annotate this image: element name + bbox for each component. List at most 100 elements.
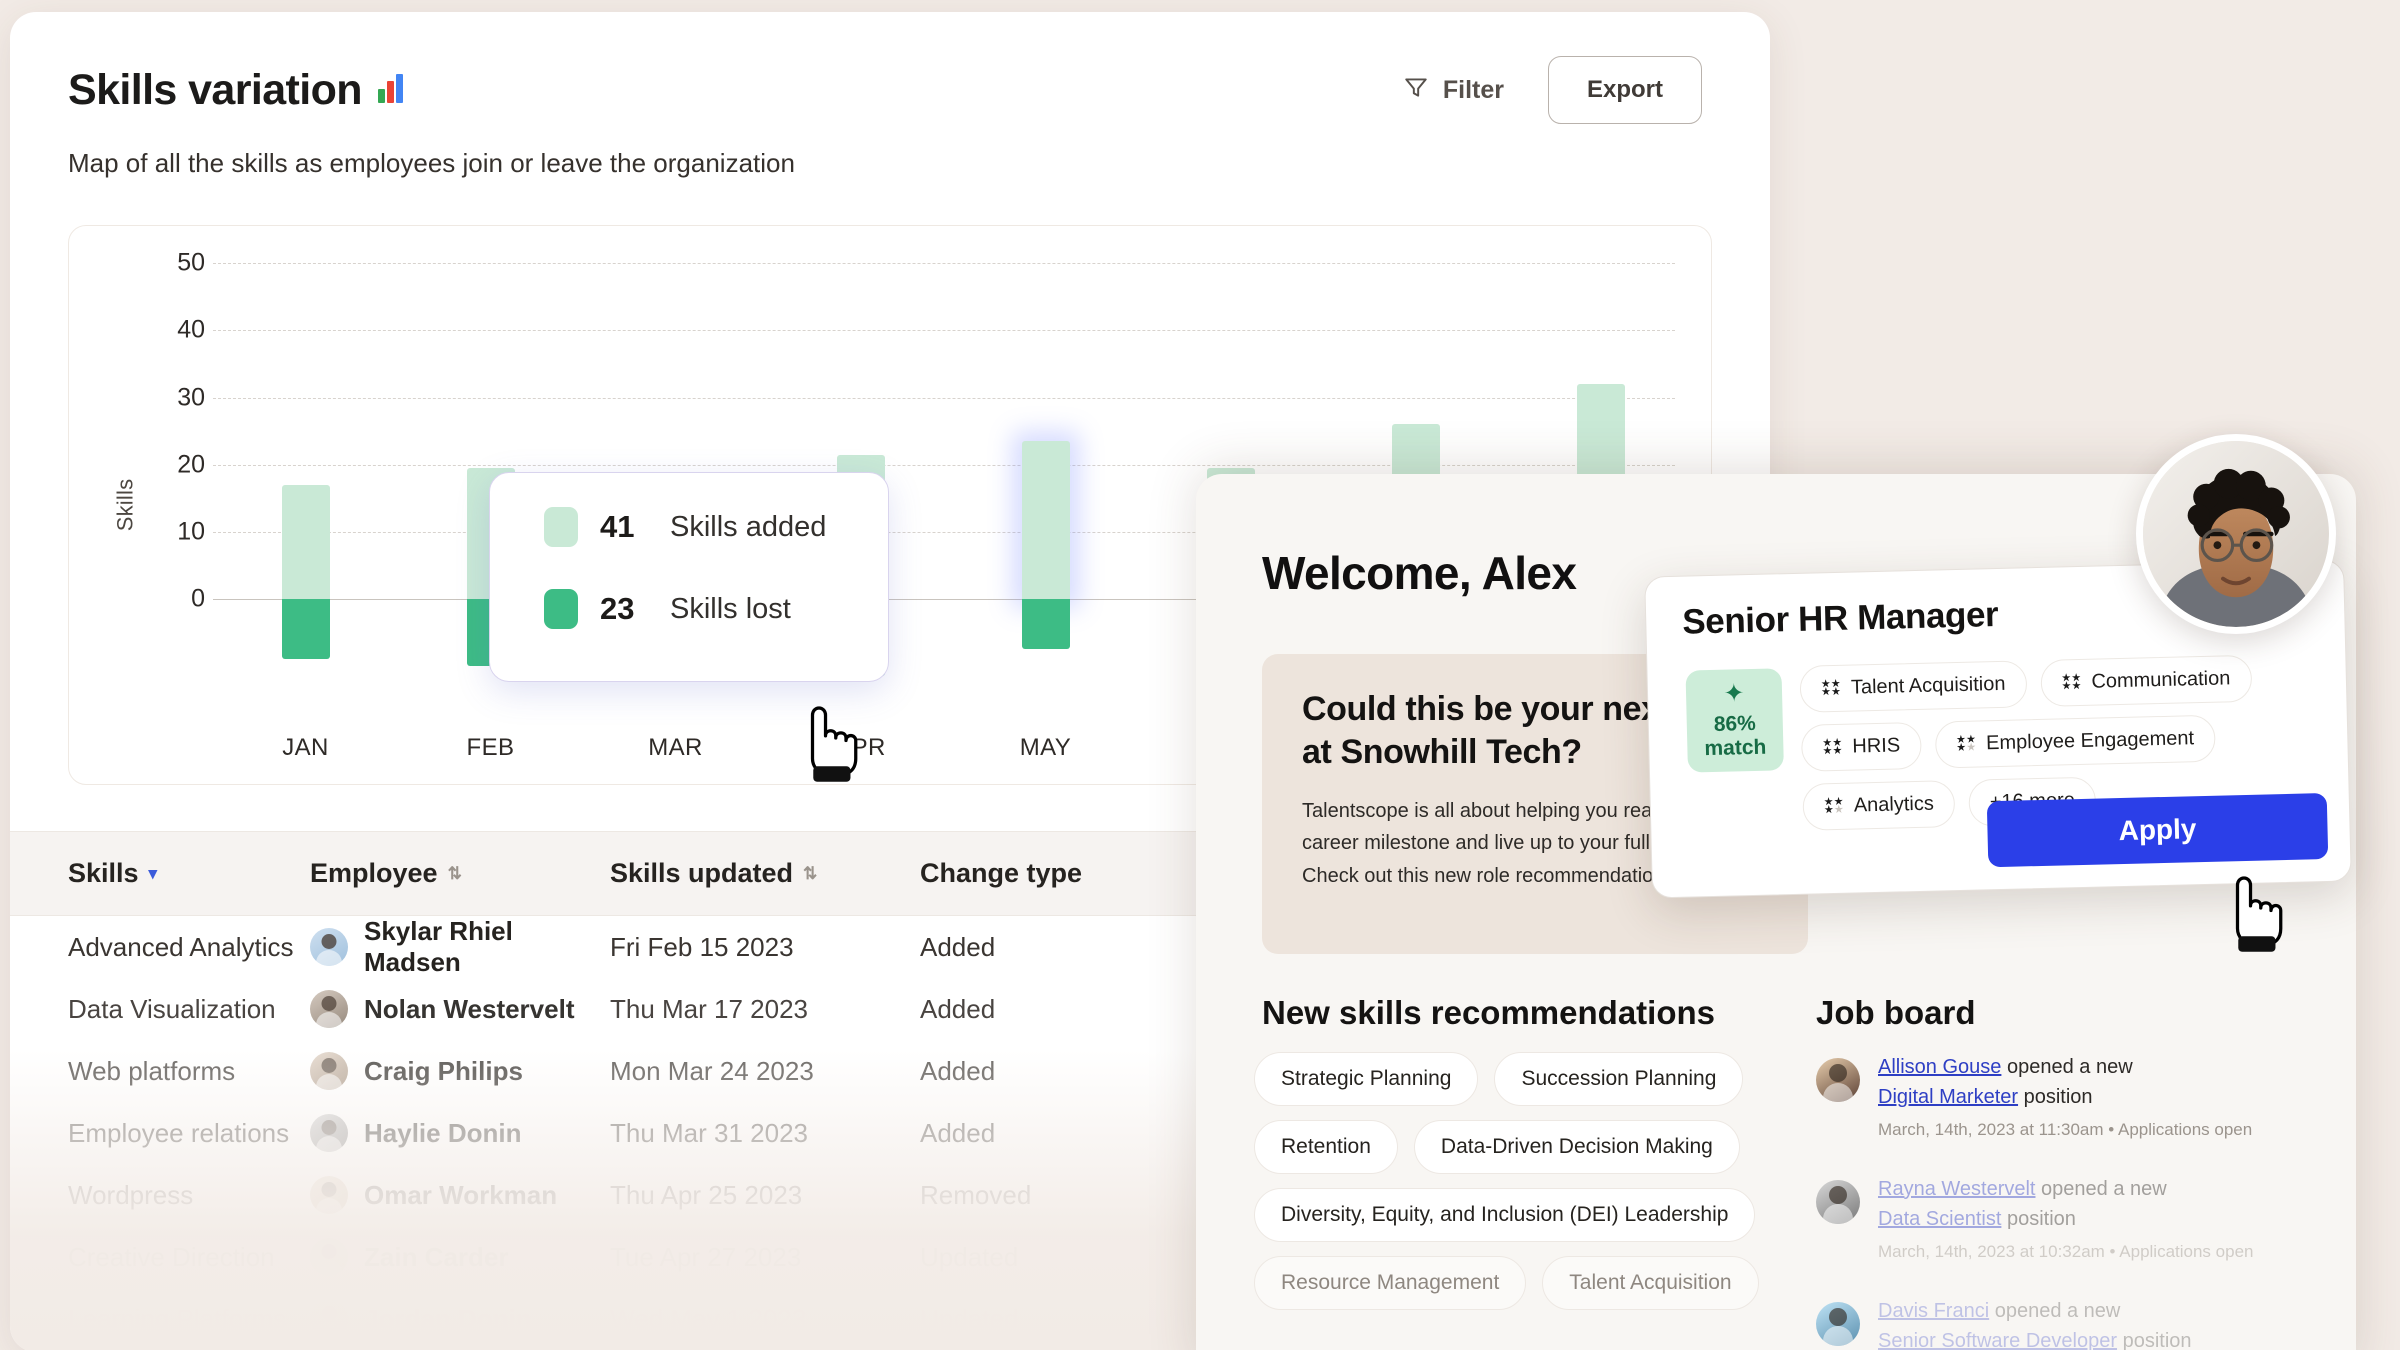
role-skill-label: Communication — [2091, 667, 2231, 693]
x-tick-apr: APR — [835, 734, 886, 761]
recommendation-chip[interactable]: Diversity, Equity, and Inclusion (DEI) L… — [1254, 1188, 1756, 1242]
cell-employee: Omar Workman — [364, 1179, 558, 1210]
y-tick-50: 50 — [177, 248, 205, 277]
cell-change-type: Added — [920, 1055, 996, 1086]
recommendation-chip-list: Strategic Planning Succession Planning Ret… — [1254, 1052, 1854, 1310]
sparkles-icon: ✦ — [1723, 679, 1745, 708]
column-label-employee: Employee — [310, 858, 438, 888]
avatar — [310, 1176, 348, 1214]
job-person-link[interactable]: Davis Franci — [1878, 1300, 1989, 1322]
filter-label: Filter — [1442, 75, 1504, 104]
cell-skills-updated: Mon Mar 24 2023 — [610, 1055, 814, 1086]
tooltip-row-lost: 23 Skills lost — [544, 589, 888, 629]
avatar — [310, 1114, 348, 1152]
bar-skills-added — [1021, 441, 1070, 599]
cell-skill: Advanced Analytics — [68, 931, 294, 962]
cell-employee: Jordan Donin — [364, 1303, 532, 1334]
tooltip-value-lost: 23 — [600, 591, 635, 626]
tooltip-label-lost: Skills lost — [670, 592, 791, 625]
cell-change-type: Updated — [920, 1241, 1019, 1272]
x-tick-feb: FEB — [466, 734, 515, 761]
job-board-item[interactable]: Davis Franci opened a new Senior Software… — [1816, 1296, 2336, 1350]
export-button[interactable]: Export — [1547, 56, 1702, 124]
recommendation-chip[interactable]: Retention — [1254, 1120, 1398, 1174]
recommendation-chip[interactable]: Succession Planning — [1494, 1052, 1744, 1106]
avatar — [1816, 1179, 1860, 1224]
cell-change-type: Updated — [920, 1303, 1019, 1334]
match-percent-text: 86% match — [1687, 711, 1784, 760]
sort-icon-skills-updated[interactable]: ⇅ — [803, 865, 817, 882]
cell-employee: Skylar Rhiel Madsen — [364, 916, 513, 977]
tooltip-value-added: 41 — [600, 509, 635, 544]
cell-skills-updated: Thu Mar 31 2023 — [610, 1117, 809, 1148]
role-skill-label: HRIS — [1852, 734, 1901, 758]
job-person-link[interactable]: Allison Gouse — [1878, 1056, 2001, 1078]
cell-employee: Nolan Westervelt — [364, 993, 575, 1024]
recommendation-chip[interactable]: Talent Acquisition — [1542, 1256, 1759, 1310]
job-meta: March, 14th, 2023 at 11:30am • Applicati… — [1878, 1119, 2253, 1139]
column-header-skills-updated[interactable]: Skills updated ⇅ — [610, 858, 920, 889]
role-skill-chip[interactable]: ★ ★ ★ ★ Analytics — [1802, 780, 1956, 831]
job-meta: March, 14th, 2023 at 10:32am • Applicati… — [1878, 1241, 2254, 1261]
job-suffix: position — [2122, 1329, 2192, 1350]
star-rating-icon: ★ ★ ★ ★ — [1823, 795, 1844, 817]
job-role-link[interactable]: Digital Marketer — [1878, 1086, 2018, 1108]
match-score-badge: ✦ 86% match — [1685, 668, 1784, 773]
job-board-list: Allison Gouse opened a new Digital Market… — [1816, 1052, 2336, 1350]
avatar — [310, 990, 348, 1028]
cell-employee: Zain Carder — [364, 1241, 509, 1272]
recommendation-chip[interactable]: Data-Driven Decision Making — [1413, 1120, 1740, 1174]
bar-skills-lost — [1021, 598, 1070, 649]
star-rating-icon: ★ ★ ★ ★ — [2061, 671, 2082, 693]
column-header-skills[interactable]: Skills ▾ — [10, 858, 310, 889]
role-skill-chip[interactable]: ★ ★ ★ ★ Talent Acquisition — [1799, 660, 2028, 713]
x-tick-mar: MAR — [648, 734, 703, 761]
y-tick-10: 10 — [177, 517, 205, 546]
role-skill-label: Employee Engagement — [1985, 727, 2195, 755]
role-skill-chip[interactable]: ★ ★ ★ ★ Employee Engagement — [1934, 714, 2216, 769]
cell-skill: Web platforms — [68, 1055, 236, 1086]
bar-skills-lost — [281, 598, 330, 660]
star-rating-icon: ★ ★ ★ ★ — [1955, 733, 1977, 755]
role-skill-chip[interactable]: ★ ★ ★ ★ HRIS — [1800, 721, 1922, 772]
apply-button[interactable]: Apply — [1986, 792, 2329, 868]
y-tick-30: 30 — [177, 383, 205, 412]
job-board-item[interactable]: Allison Gouse opened a new Digital Market… — [1816, 1052, 2336, 1140]
match-label: match — [1704, 735, 1767, 760]
bar-chart-emoji-icon — [376, 73, 410, 107]
filter-button[interactable]: Filter — [1403, 74, 1504, 107]
column-label-skills-updated: Skills updated — [610, 858, 794, 888]
sort-icon-employee[interactable]: ⇅ — [448, 865, 462, 882]
cell-change-type: Removed — [920, 1179, 1032, 1210]
panel-header: Skills variation Filter Export Map of al… — [10, 12, 1770, 179]
column-header-employee[interactable]: Employee ⇅ — [310, 858, 610, 889]
column-header-change-type[interactable]: Change type — [920, 858, 1220, 889]
cell-change-type: Added — [920, 993, 996, 1024]
cell-change-type: Added — [920, 1117, 996, 1148]
avatar — [310, 928, 348, 966]
bar-group-jan[interactable] — [281, 250, 330, 706]
sort-icon-skills[interactable]: ▾ — [149, 865, 158, 882]
y-tick-0: 0 — [191, 584, 205, 613]
column-label-change-type: Change type — [920, 858, 1083, 888]
avatar — [1816, 1301, 1860, 1346]
job-person-link[interactable]: Rayna Westervelt — [1878, 1178, 2035, 1200]
legend-swatch-added — [544, 507, 578, 547]
recommendation-chip[interactable]: Strategic Planning — [1254, 1052, 1479, 1106]
bar-group-may[interactable] — [1021, 250, 1070, 706]
chart-tooltip: 41 Skills added 23 Skills lost — [489, 472, 889, 682]
job-role-link[interactable]: Senior Software Developer — [1878, 1330, 2117, 1350]
page-title: Skills variation — [68, 65, 363, 114]
tooltip-label-added: Skills added — [670, 510, 827, 543]
job-verb: opened a new — [2006, 1056, 2133, 1078]
role-skill-chip[interactable]: ★ ★ ★ ★ Communication — [2039, 654, 2252, 707]
job-board-item[interactable]: Rayna Westervelt opened a new Data Scient… — [1816, 1174, 2336, 1262]
legend-swatch-lost — [544, 589, 578, 629]
user-avatar-portrait — [2136, 434, 2336, 634]
cell-skill: Employee relations — [68, 1117, 290, 1148]
match-percent-value: 86% — [1713, 711, 1757, 736]
job-role-link[interactable]: Data Scientist — [1878, 1208, 2001, 1230]
recommendation-chip[interactable]: Resource Management — [1254, 1256, 1527, 1310]
cell-skill: Wordpress — [68, 1179, 194, 1210]
avatar — [310, 1238, 348, 1276]
